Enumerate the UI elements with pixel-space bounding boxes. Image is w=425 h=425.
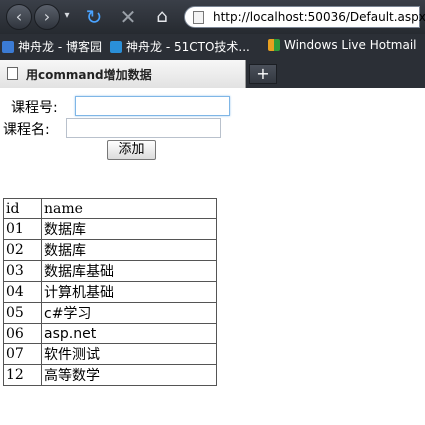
tab-title: 用command增加数据 [26,68,152,82]
bookmarks-bar: 神舟龙 - 博客园 神舟龙 - 51CTO技术... Windows Live … [0,34,425,58]
browser-chrome: ‹ › ▾ ↻ ✕ ⌂ http://localhost:50036/Defau… [0,0,425,88]
cell-name: 计算机基础 [41,281,217,303]
cell-id: 12 [3,364,42,386]
cell-id: 06 [3,323,42,344]
table-row: 05 c#学习 [3,302,217,324]
cell-name: c#学习 [41,302,217,324]
header-name: name [41,198,217,219]
cell-id: 02 [3,239,42,261]
table-row: 07 软件测试 [3,343,217,365]
page-icon [193,11,204,24]
back-arrow-icon[interactable]: ‹ [6,4,32,30]
bookmark-label: 神舟龙 - 51CTO技术... [126,40,250,54]
bookmark-51cto[interactable]: 神舟龙 - 51CTO技术... [110,38,250,55]
table-row: 04 计算机基础 [3,281,217,303]
browser-toolbar: ‹ › ▾ ↻ ✕ ⌂ http://localhost:50036/Defau… [0,0,425,34]
bookmark-label: 神舟龙 - 博客园 [18,40,102,54]
forward-arrow-icon[interactable]: › [34,4,60,30]
bookmark-cnblogs[interactable]: 神舟龙 - 博客园 [2,38,102,55]
table-row: 06 asp.net [3,323,217,344]
address-bar[interactable]: http://localhost:50036/Default.aspx [184,6,425,28]
course-no-label: 课程号: [11,100,58,116]
windows-logo-icon [268,39,280,51]
course-table: id name 01 数据库 02 数据库 03 数据库基础 04 计算机基础 … [3,198,217,386]
cell-id: 07 [3,343,42,365]
course-name-input[interactable] [66,118,221,138]
table-row: 12 高等数学 [3,364,217,386]
tab-current[interactable]: 用command增加数据 [0,60,246,88]
cell-name: 数据库 [41,239,217,261]
page-content: 课程号: 课程名: 添加 id name 01 数据库 02 数据库 03 数据… [0,88,425,425]
cell-id: 01 [3,218,42,240]
course-no-input[interactable] [75,96,230,116]
cell-name: 软件测试 [41,343,217,365]
table-row: 02 数据库 [3,239,217,261]
bookmark-favicon-icon [110,41,122,53]
history-dropdown-icon[interactable]: ▾ [60,4,74,30]
url-text: http://localhost:50036/Default.aspx [213,10,425,24]
cell-name: 高等数学 [41,364,217,386]
stop-icon[interactable]: ✕ [116,5,140,29]
reload-icon[interactable]: ↻ [82,5,106,29]
add-button[interactable]: 添加 [107,140,156,160]
cell-name: 数据库 [41,218,217,240]
table-row: 01 数据库 [3,218,217,240]
table-row: 03 数据库基础 [3,260,217,282]
course-name-label: 课程名: [3,122,50,138]
bookmark-favicon-icon [2,41,14,53]
cell-id: 04 [3,281,42,303]
cell-id: 05 [3,302,42,324]
bookmark-label: Windows Live Hotmail [284,38,417,52]
tab-strip: 用command增加数据 + [0,60,425,88]
cell-name: asp.net [41,323,217,344]
header-id: id [3,198,42,219]
bookmark-hotmail[interactable]: Windows Live Hotmail [268,38,416,52]
page-icon [7,67,18,80]
cell-name: 数据库基础 [41,260,217,282]
home-icon[interactable]: ⌂ [150,5,174,29]
cell-id: 03 [3,260,42,282]
table-header-row: id name [3,198,217,219]
new-tab-button[interactable]: + [249,64,277,84]
